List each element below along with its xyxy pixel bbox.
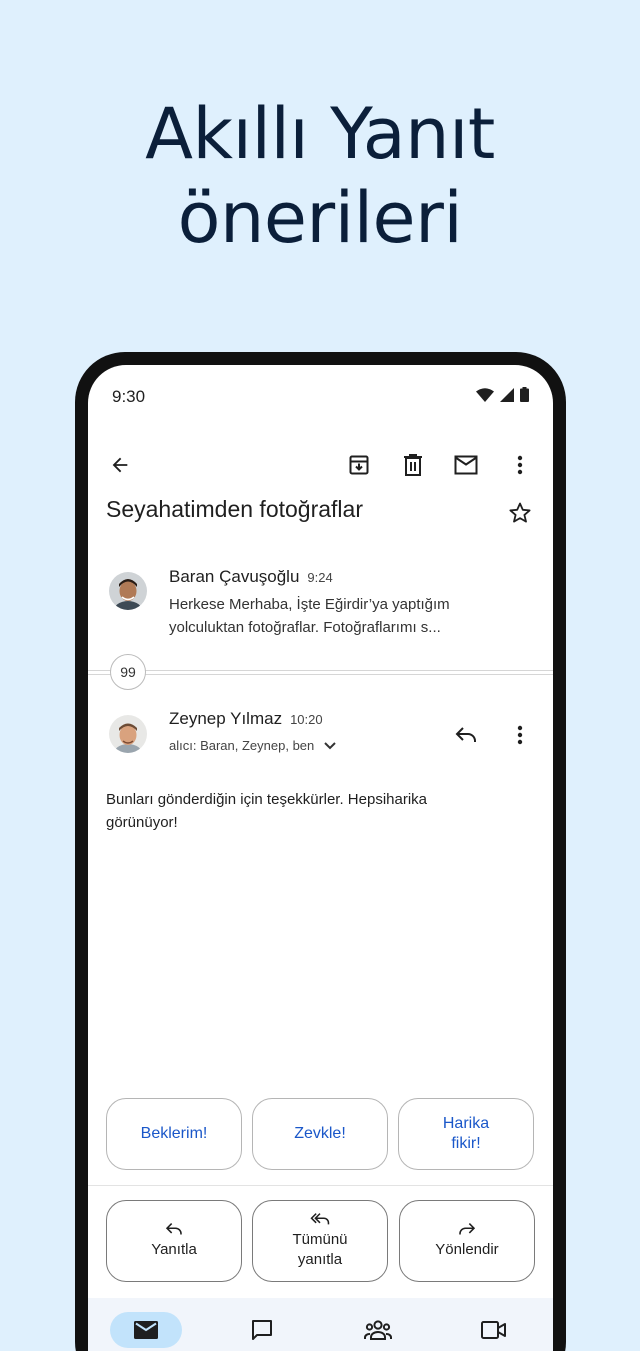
reply-action-button[interactable]: Yanıtla (106, 1200, 242, 1282)
avatar-zeynep-icon (109, 715, 147, 753)
avatar (109, 715, 147, 753)
phone-frame: 9:30 Seyahatimden fotoğraflar Baran Çavu… (75, 352, 566, 1351)
reply-icon (455, 727, 476, 742)
message-header: Zeynep Yılmaz 10:20 (169, 709, 323, 729)
nav-mail[interactable] (110, 1312, 182, 1348)
action-label: Tümünü yanıtla (292, 1230, 347, 1270)
mail-icon (134, 1321, 158, 1339)
message-body: Bunları gönderdiğin için teşekkürler. He… (106, 788, 506, 834)
recipients-toggle[interactable]: alıcı: Baran, Zeynep, ben (169, 738, 336, 753)
nav-spaces[interactable] (342, 1312, 414, 1348)
chat-icon (252, 1320, 272, 1340)
chip-label-line: fikir! (451, 1135, 481, 1152)
back-arrow-icon (112, 457, 128, 473)
thread-divider (88, 670, 553, 671)
collapsed-count-badge[interactable]: 99 (110, 654, 146, 690)
bottom-navigation (88, 1298, 553, 1351)
battery-icon (520, 387, 529, 402)
smart-reply-chip[interactable]: Harika fikir! (398, 1098, 534, 1170)
more-vert-icon (517, 455, 523, 475)
promo-headline: Akıllı Yanıt önerileri (0, 92, 640, 260)
reply-all-action-button[interactable]: Tümünü yanıtla (252, 1200, 388, 1282)
avatar (109, 572, 147, 610)
mark-unread-button[interactable] (452, 451, 480, 479)
snippet-line: yolculuktan fotoğraflar. Fotoğraflarımı … (169, 619, 441, 636)
video-icon (481, 1321, 506, 1339)
mark-unread-icon (454, 455, 478, 475)
more-vert-icon (517, 725, 523, 745)
sender-name: Zeynep Yılmaz (169, 709, 283, 728)
star-outline-icon (509, 502, 531, 523)
reply-all-icon (310, 1213, 330, 1225)
sender-name: Baran Çavuşoğlu (169, 567, 300, 586)
headline-line-2: önerileri (177, 177, 463, 259)
nav-meet[interactable] (458, 1312, 530, 1348)
action-label: Yanıtla (151, 1241, 197, 1258)
message-header: Baran Çavuşoğlu 9:24 (169, 567, 333, 587)
action-label-line: yanıtla (297, 1251, 343, 1268)
delete-icon (404, 454, 422, 476)
body-line: Bunları gönderdiğin için teşekkürler. He… (106, 791, 428, 808)
message-more-button[interactable] (506, 721, 534, 749)
people-icon (364, 1320, 392, 1340)
signal-icon (500, 387, 514, 402)
body-line: görünüyor! (106, 814, 178, 831)
actions-divider (88, 1185, 553, 1186)
smart-reply-chip[interactable]: Beklerim! (106, 1098, 242, 1170)
message-time: 10:20 (290, 712, 323, 727)
thread-divider (88, 674, 553, 675)
chevron-down-icon (324, 741, 336, 749)
snippet-line: Herkese Merhaba, İşte Eğirdir’ya yaptığı… (169, 596, 450, 613)
more-options-button[interactable] (506, 451, 534, 479)
recipients-text: alıcı: Baran, Zeynep, ben (169, 738, 315, 753)
forward-icon (459, 1223, 476, 1235)
wifi-icon (476, 387, 494, 402)
nav-chat[interactable] (226, 1312, 298, 1348)
status-icons (476, 387, 529, 402)
email-subject: Seyahatimden fotoğraflar (106, 496, 363, 522)
reply-button[interactable] (451, 720, 481, 750)
message-time: 9:24 (307, 570, 333, 585)
action-label: Yönlendir (435, 1241, 499, 1258)
chip-label-line: Harika (442, 1115, 490, 1132)
back-button[interactable] (106, 451, 134, 479)
action-label-line: Tümünü (292, 1231, 348, 1248)
avatar-baran-icon (109, 572, 147, 610)
status-time: 9:30 (112, 387, 146, 406)
reply-icon (165, 1223, 182, 1235)
message-snippet: Herkese Merhaba, İşte Eğirdir’ya yaptığı… (169, 593, 450, 639)
archive-icon (349, 455, 369, 475)
forward-action-button[interactable]: Yönlendir (399, 1200, 535, 1282)
headline-line-1: Akıllı Yanıt (145, 93, 495, 175)
phone-screen: 9:30 Seyahatimden fotoğraflar Baran Çavu… (88, 365, 553, 1351)
message-baran[interactable]: Baran Çavuşoğlu 9:24 Herkese Merhaba, İş… (88, 560, 553, 650)
smart-reply-chip[interactable]: Zevkle! (252, 1098, 388, 1170)
star-button[interactable] (506, 499, 534, 527)
archive-button[interactable] (345, 451, 373, 479)
delete-button[interactable] (399, 451, 427, 479)
